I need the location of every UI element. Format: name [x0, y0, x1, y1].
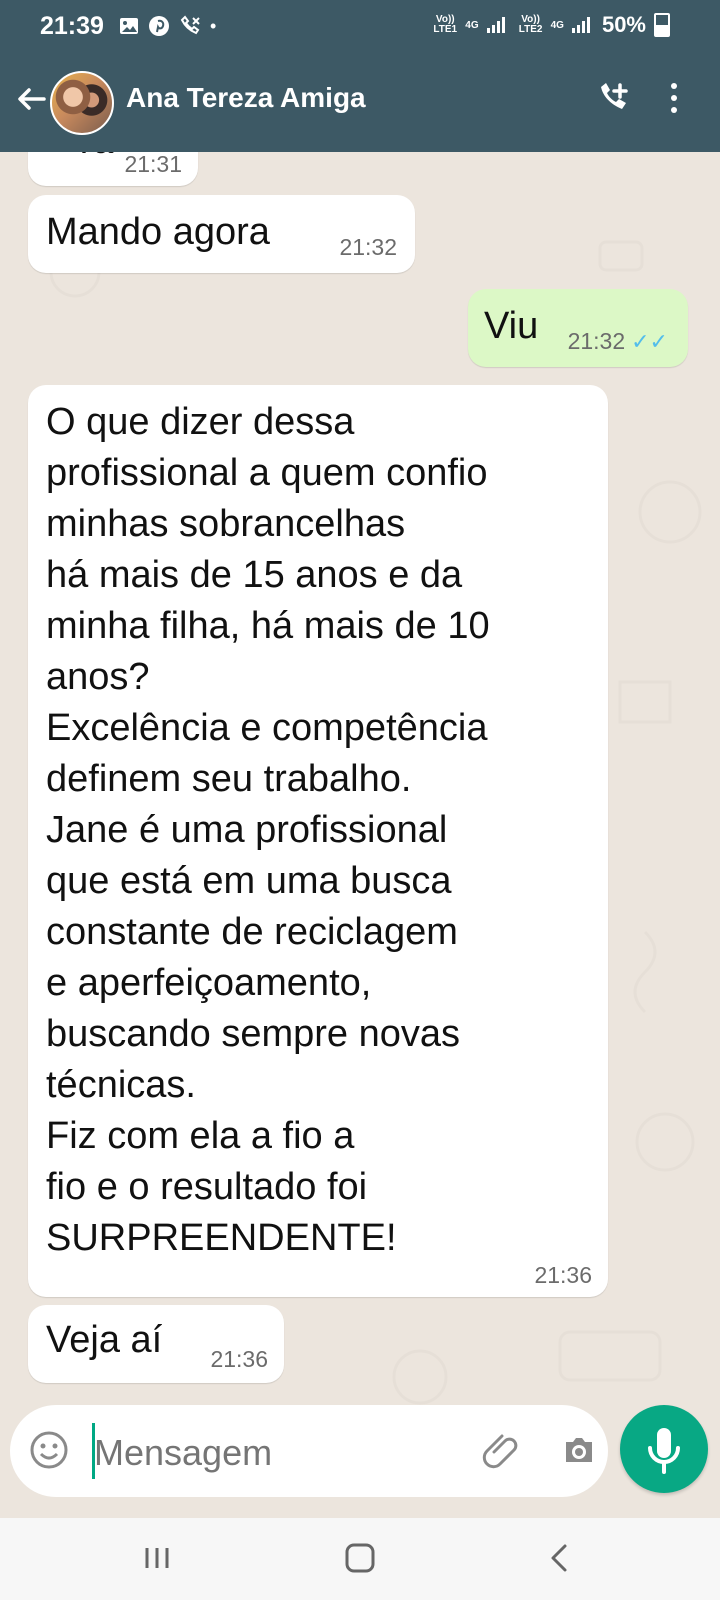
lte1-label: Vo)) LTE1	[433, 14, 458, 35]
signal-bars-2	[571, 17, 594, 33]
contact-avatar[interactable]	[50, 71, 114, 135]
read-ticks-icon: ✓✓	[631, 329, 668, 354]
status-dot: •	[210, 15, 217, 36]
back-arrow-icon[interactable]	[14, 82, 48, 116]
no-call-icon	[180, 15, 200, 35]
message-text: Viu	[484, 305, 539, 347]
emoji-icon[interactable]	[28, 1429, 70, 1471]
message-input[interactable]	[92, 1425, 426, 1481]
message-text: Veja aí	[46, 1319, 163, 1361]
signal-bars-1	[486, 17, 509, 33]
network-label-2: 4G	[550, 19, 564, 31]
camera-icon[interactable]	[558, 1429, 600, 1471]
message-time: 21:31	[124, 152, 182, 177]
top-header: 21:39 • Vo)) LTE1 4G Vo)) LTE2 4G 50% An…	[0, 0, 720, 152]
message-bubble-incoming[interactable]: Veja aí 21:36	[28, 1305, 284, 1383]
add-call-icon[interactable]	[594, 79, 632, 117]
battery-icon	[654, 13, 670, 37]
chat-area: Ya 21:31 Mando agora 21:32 Viu 21:32✓✓ O…	[0, 152, 720, 1518]
message-text: Mando agora	[46, 211, 270, 253]
message-time: 21:36	[210, 1346, 268, 1372]
attach-icon[interactable]	[480, 1429, 522, 1471]
contact-name[interactable]: Ana Tereza Amiga	[126, 82, 366, 114]
message-time: 21:32 ✓✓	[568, 328, 668, 355]
microphone-icon	[648, 1428, 680, 1474]
message-bubble-incoming[interactable]: Mando agora 21:32	[28, 195, 415, 273]
message-text: O que dizer dessa profissional a quem co…	[46, 401, 490, 1259]
voice-message-button[interactable]	[620, 1405, 708, 1493]
recent-apps-icon[interactable]	[137, 1538, 177, 1578]
status-right: Vo)) LTE1 4G Vo)) LTE2 4G 50%	[431, 12, 670, 38]
message-bubble-outgoing[interactable]: Viu 21:32 ✓✓	[468, 289, 688, 367]
network-label-1: 4G	[465, 19, 479, 31]
android-navigation-bar	[0, 1518, 720, 1600]
message-bubble-incoming[interactable]: Ya 21:31	[28, 152, 198, 186]
message-time: 21:32	[339, 234, 397, 260]
back-icon[interactable]	[540, 1538, 580, 1578]
status-time: 21:39	[40, 12, 104, 40]
message-time: 21:36	[534, 1262, 592, 1288]
status-left-icons: •	[118, 14, 216, 38]
pinterest-icon	[149, 16, 169, 36]
message-time-text: 21:32	[567, 328, 626, 354]
chat-app-bar: Ana Tereza Amiga	[0, 56, 720, 146]
image-icon	[120, 18, 138, 34]
status-bar: 21:39 • Vo)) LTE1 4G Vo)) LTE2 4G 50%	[0, 0, 720, 52]
message-bubble-incoming[interactable]: O que dizer dessa profissional a quem co…	[28, 385, 608, 1297]
lte2-label: Vo)) LTE2	[518, 14, 543, 35]
battery-percent: 50%	[601, 12, 646, 37]
message-composer	[10, 1405, 608, 1497]
more-options-icon[interactable]	[668, 83, 680, 117]
home-icon[interactable]	[340, 1538, 380, 1578]
message-text: Ya	[72, 152, 113, 162]
